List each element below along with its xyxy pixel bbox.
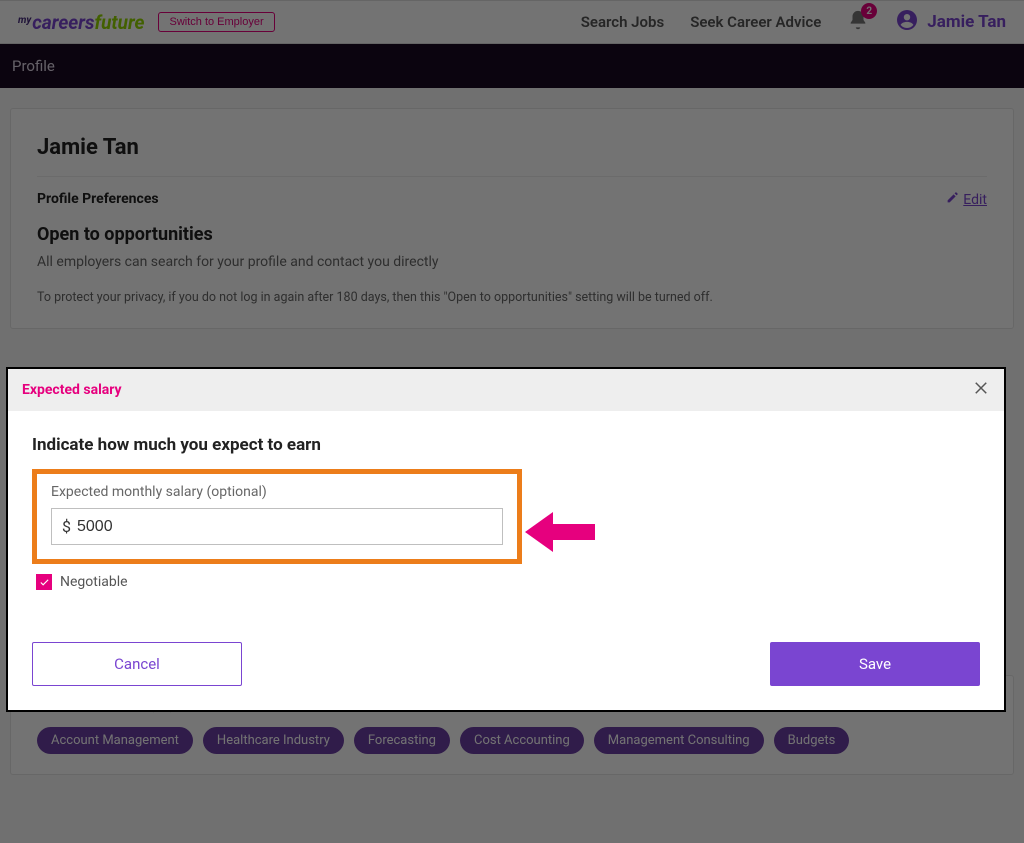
salary-input-wrap[interactable]: $	[51, 508, 503, 545]
negotiable-checkbox[interactable]	[36, 574, 52, 590]
modal-body: Indicate how much you expect to earn Exp…	[8, 411, 1004, 642]
modal-actions: Cancel Save	[8, 642, 1004, 710]
save-button[interactable]: Save	[770, 642, 980, 686]
modal-title: Expected salary	[22, 382, 122, 398]
annotation-arrow-icon	[525, 510, 595, 558]
close-icon[interactable]	[972, 379, 990, 401]
negotiable-row: Negotiable	[36, 574, 980, 590]
expected-salary-modal: Expected salary Indicate how much you ex…	[6, 367, 1006, 712]
cancel-button[interactable]: Cancel	[32, 642, 242, 686]
modal-prompt: Indicate how much you expect to earn	[32, 435, 980, 455]
salary-highlight-box: Expected monthly salary (optional) $	[32, 469, 522, 564]
salary-input[interactable]	[77, 518, 492, 536]
negotiable-label: Negotiable	[60, 574, 128, 590]
currency-symbol: $	[62, 517, 71, 536]
modal-header: Expected salary	[8, 369, 1004, 411]
salary-input-label: Expected monthly salary (optional)	[51, 484, 503, 500]
